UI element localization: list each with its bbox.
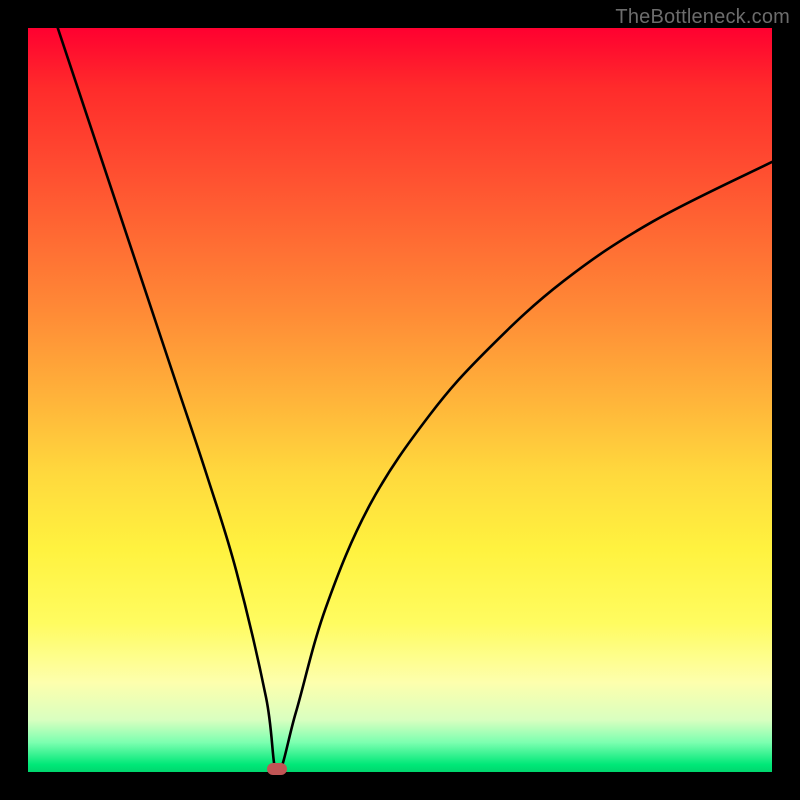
minimum-marker <box>267 763 287 775</box>
chart-frame: TheBottleneck.com <box>0 0 800 800</box>
watermark-text: TheBottleneck.com <box>615 6 790 29</box>
bottleneck-curve <box>28 28 772 772</box>
plot-area <box>28 28 772 772</box>
